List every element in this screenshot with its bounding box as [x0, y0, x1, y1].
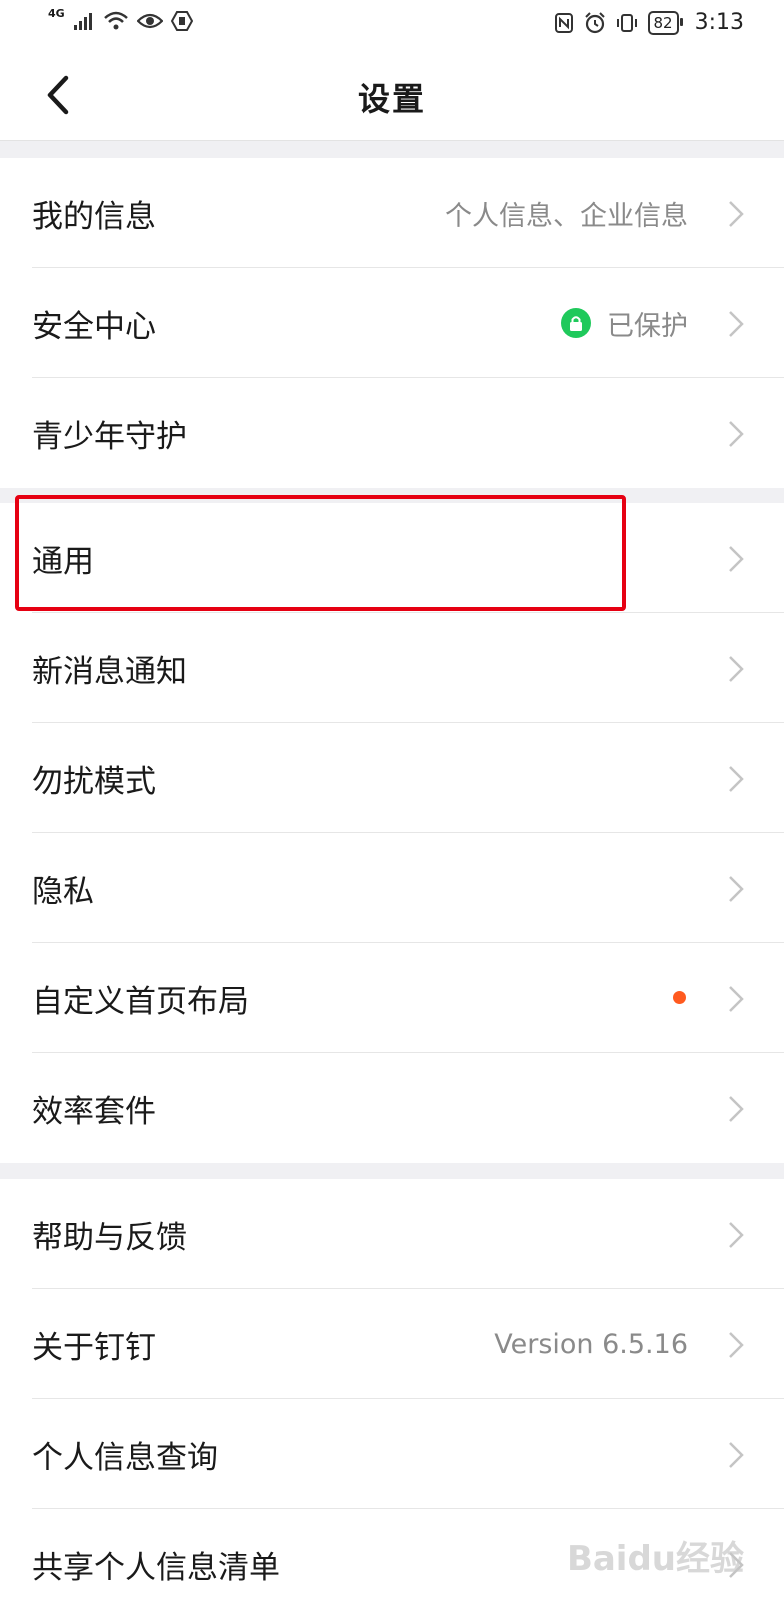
- settings-group-general: 通用 新消息通知 勿扰模式 隐私 自定义首页布局 效率套件: [0, 503, 784, 1163]
- row-label: 个人信息查询: [32, 1439, 218, 1476]
- row-security-center[interactable]: 安全中心 已保护: [0, 268, 784, 378]
- row-label: 我的信息: [32, 198, 156, 235]
- network-type: 4G: [48, 6, 65, 20]
- signal-icon: [73, 13, 92, 30]
- row-privacy[interactable]: 隐私: [0, 833, 784, 943]
- row-label: 自定义首页布局: [32, 983, 249, 1020]
- section-gap: [0, 141, 784, 158]
- row-label: 帮助与反馈: [32, 1219, 187, 1256]
- chevron-right-icon: [729, 546, 744, 572]
- row-my-info[interactable]: 我的信息 个人信息、企业信息: [0, 158, 784, 268]
- row-personal-info-query[interactable]: 个人信息查询: [0, 1399, 784, 1509]
- hand-icon: [170, 11, 193, 31]
- chevron-right-icon: [729, 201, 744, 227]
- security-status: 已保护: [561, 304, 688, 343]
- chevron-right-icon: [729, 311, 744, 337]
- chevron-right-icon: [729, 421, 744, 447]
- row-label: 共享个人信息清单: [32, 1549, 280, 1586]
- row-efficiency-suite[interactable]: 效率套件: [0, 1053, 784, 1163]
- row-label: 通用: [32, 543, 94, 580]
- row-youth-protection[interactable]: 青少年守护: [0, 378, 784, 488]
- status-text: 已保护: [607, 310, 688, 342]
- chevron-right-icon: [729, 1222, 744, 1248]
- watermark-logo: Baidu经验: [566, 1539, 744, 1579]
- chevron-right-icon: [729, 766, 744, 792]
- row-label: 新消息通知: [32, 653, 187, 690]
- chevron-right-icon: [729, 1096, 744, 1122]
- nfc-icon: [554, 12, 573, 33]
- chevron-right-icon: [729, 1442, 744, 1468]
- row-do-not-disturb[interactable]: 勿扰模式: [0, 723, 784, 833]
- section-gap: [0, 1163, 784, 1179]
- row-help-feedback[interactable]: 帮助与反馈: [0, 1179, 784, 1289]
- settings-group-account: 我的信息 个人信息、企业信息 安全中心 已保护 青少年守护: [0, 158, 784, 488]
- vibrate-icon: [616, 13, 637, 32]
- row-label: 勿扰模式: [32, 763, 156, 800]
- alarm-icon: [584, 11, 605, 33]
- row-label: 关于钉钉: [32, 1329, 156, 1366]
- status-right: 82 3:13: [554, 10, 744, 35]
- battery-icon: 82: [647, 10, 683, 35]
- row-label: 隐私: [32, 873, 94, 910]
- section-gap: [0, 488, 784, 503]
- clock: 3:13: [694, 10, 744, 35]
- row-new-message-notification[interactable]: 新消息通知: [0, 613, 784, 723]
- lock-icon: [561, 308, 591, 338]
- row-label: 安全中心: [32, 308, 156, 345]
- row-value: 个人信息、企业信息: [445, 200, 688, 232]
- row-about-dingtalk[interactable]: 关于钉钉 Version 6.5.16: [0, 1289, 784, 1399]
- chevron-right-icon: [729, 986, 744, 1012]
- wifi-icon: [103, 11, 128, 30]
- version-value: Version 6.5.16: [494, 1328, 688, 1360]
- status-left: 4G: [48, 6, 193, 32]
- new-badge-dot: [673, 991, 686, 1004]
- chevron-right-icon: [729, 656, 744, 682]
- eye-icon: [136, 13, 163, 29]
- page-title: 设置: [357, 80, 426, 118]
- row-custom-home-layout[interactable]: 自定义首页布局: [0, 943, 784, 1053]
- chevron-right-icon: [729, 1332, 744, 1358]
- nav-bar: 设置: [0, 48, 784, 141]
- row-label: 青少年守护: [32, 418, 187, 455]
- chevron-right-icon: [729, 876, 744, 902]
- status-bar: 4G 82 3:13: [0, 0, 784, 48]
- row-label: 效率套件: [32, 1093, 156, 1130]
- row-general[interactable]: 通用: [0, 503, 784, 613]
